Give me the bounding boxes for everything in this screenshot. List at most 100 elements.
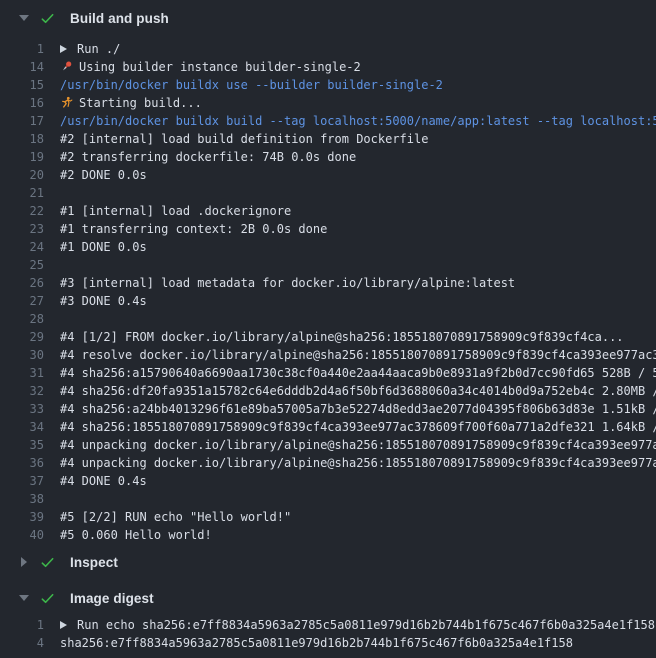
- line-number[interactable]: 17: [0, 112, 44, 130]
- log-line: 31 #4 sha256:a15790640a6690aa1730c38cf0a4…: [0, 364, 656, 382]
- log-text: #4 resolve docker.io/library/alpine@sha2…: [60, 348, 656, 362]
- section-title[interactable]: Image digest: [70, 591, 154, 606]
- workflow-log-viewer: Build and push 1Run ./14Using builder in…: [0, 0, 656, 658]
- log-block: 1 Run ./ 14 Using builder instance builder-…: [0, 36, 656, 544]
- log-line: 34 #4 sha256:185518070891758909c9f839cf4c…: [0, 418, 656, 436]
- log-line: 1 Run ./: [0, 40, 656, 58]
- section-header-inspect[interactable]: Inspect: [0, 544, 656, 580]
- log-text: #4 sha256:185518070891758909c9f839cf4ca3…: [60, 420, 656, 434]
- line-number[interactable]: 33: [0, 400, 44, 418]
- line-number[interactable]: 36: [0, 454, 44, 472]
- line-number[interactable]: 30: [0, 346, 44, 364]
- log-line: 14 Using builder instance builder-single-…: [0, 58, 656, 76]
- line-number[interactable]: 22: [0, 202, 44, 220]
- log-section-inspect: Inspect: [0, 544, 656, 580]
- log-line: 16 Starting build...: [0, 94, 656, 112]
- line-number[interactable]: 26: [0, 274, 44, 292]
- line-number[interactable]: 23: [0, 220, 44, 238]
- line-number[interactable]: 21: [0, 184, 44, 202]
- log-text: #3 [internal] load metadata for docker.i…: [60, 276, 515, 290]
- line-number[interactable]: 19: [0, 148, 44, 166]
- log-text: #2 transferring dockerfile: 74B 0.0s don…: [60, 150, 356, 164]
- success-check-icon: [40, 591, 55, 606]
- log-line: 21: [0, 184, 656, 202]
- line-number[interactable]: 24: [0, 238, 44, 256]
- section-title[interactable]: Inspect: [70, 555, 118, 570]
- log-text: Run ./: [77, 42, 120, 56]
- log-line: 39#5 [2/2] RUN echo "Hello world!": [0, 508, 656, 526]
- log-text: Using builder instance builder-single-2: [79, 60, 361, 74]
- log-text: #4 [1/2] FROM docker.io/library/alpine@s…: [60, 330, 624, 344]
- line-number[interactable]: 20: [0, 166, 44, 184]
- line-number[interactable]: 34: [0, 418, 44, 436]
- line-number[interactable]: 40: [0, 526, 44, 544]
- line-number[interactable]: 39: [0, 508, 44, 526]
- log-line: 22 #1 [internal] load .dockerignore: [0, 202, 656, 220]
- log-line: 26 #3 [internal] load metadata for docker…: [0, 274, 656, 292]
- log-line: 17/usr/bin/docker buildx build --tag loc…: [0, 112, 656, 130]
- line-number[interactable]: 16: [0, 94, 44, 112]
- log-line: 35 #4 unpacking docker.io/library/alpine@…: [0, 436, 656, 454]
- log-line: 38: [0, 490, 656, 508]
- play-icon[interactable]: [60, 42, 77, 56]
- log-text: #1 DONE 0.0s: [60, 240, 147, 254]
- section-header-image-digest[interactable]: Image digest: [0, 580, 656, 616]
- line-number[interactable]: 4: [0, 634, 44, 652]
- line-number[interactable]: 29: [0, 328, 44, 346]
- log-line: 40 #5 0.060 Hello world!: [0, 526, 656, 544]
- line-number[interactable]: 1: [0, 616, 44, 634]
- log-line: 29 #4 [1/2] FROM docker.io/library/alpine…: [0, 328, 656, 346]
- chevron-down-icon[interactable]: [17, 15, 31, 21]
- line-number[interactable]: 15: [0, 76, 44, 94]
- log-section-image-digest: Image digest 1 Run echo sha256:e7ff8834a5…: [0, 580, 656, 652]
- log-line: 20 #2 DONE 0.0s: [0, 166, 656, 184]
- log-block: 1 Run echo sha256:e7ff8834a5963a2785c5a08…: [0, 616, 656, 652]
- log-line: 28: [0, 310, 656, 328]
- chevron-down-icon[interactable]: [17, 595, 31, 601]
- success-check-icon: [40, 555, 55, 570]
- log-line: 23 #1 transferring context: 2B 0.0s done: [0, 220, 656, 238]
- line-number[interactable]: 37: [0, 472, 44, 490]
- log-section-build-and-push: Build and push 1 Run ./ 14 Using builder in…: [0, 0, 656, 544]
- log-text: Run echo sha256:e7ff8834a5963a2785c5a081…: [77, 618, 655, 632]
- log-line: 4 sha256:e7ff8834a5963a2785c5a0811e979d16…: [0, 634, 656, 652]
- play-icon[interactable]: [60, 618, 77, 632]
- line-number[interactable]: 25: [0, 256, 44, 274]
- log-text: #1 [internal] load .dockerignore: [60, 204, 291, 218]
- line-number[interactable]: 32: [0, 382, 44, 400]
- line-number[interactable]: 38: [0, 490, 44, 508]
- log-line: 32 #4 sha256:df20fa9351a15782c64e6dddb2d4…: [0, 382, 656, 400]
- line-number[interactable]: 14: [0, 58, 44, 76]
- line-number[interactable]: 35: [0, 436, 44, 454]
- line-number[interactable]: 28: [0, 310, 44, 328]
- log-text: #4 sha256:df20fa9351a15782c64e6dddb2d4a6…: [60, 384, 656, 398]
- line-number[interactable]: 31: [0, 364, 44, 382]
- line-number[interactable]: 18: [0, 130, 44, 148]
- log-text: sha256:e7ff8834a5963a2785c5a0811e979d16b…: [60, 636, 573, 650]
- log-line: 30 #4 resolve docker.io/library/alpine@sh…: [0, 346, 656, 364]
- chevron-right-icon[interactable]: [17, 557, 31, 567]
- log-line: 37 #4 DONE 0.4s: [0, 472, 656, 490]
- log-text: #4 sha256:a15790640a6690aa1730c38cf0a440…: [60, 366, 656, 380]
- log-line: 24 #1 DONE 0.0s: [0, 238, 656, 256]
- log-text: #4 unpacking docker.io/library/alpine@sh…: [60, 438, 656, 452]
- line-number[interactable]: 27: [0, 292, 44, 310]
- log-line: 19 #2 transferring dockerfile: 74B 0.0s d…: [0, 148, 656, 166]
- log-line: 27#3 DONE 0.4s: [0, 292, 656, 310]
- log-text: #4 DONE 0.4s: [60, 474, 147, 488]
- log-text: #2 [internal] load build definition from…: [60, 132, 428, 146]
- log-text: /usr/bin/docker buildx build --tag local…: [60, 114, 656, 128]
- line-number[interactable]: 1: [0, 40, 44, 58]
- section-title[interactable]: Build and push: [70, 11, 169, 26]
- log-text: #2 DONE 0.0s: [60, 168, 147, 182]
- log-line: 18 #2 [internal] load build definition fr…: [0, 130, 656, 148]
- log-text: #1 transferring context: 2B 0.0s done: [60, 222, 327, 236]
- section-header-build-and-push[interactable]: Build and push: [0, 0, 656, 36]
- log-text: #5 0.060 Hello world!: [60, 528, 212, 542]
- log-text: /usr/bin/docker buildx use --builder bui…: [60, 78, 443, 92]
- log-line: 25: [0, 256, 656, 274]
- log-line: 33#4 sha256:a24bb4013296f61e89ba57005a7b…: [0, 400, 656, 418]
- log-line: 15/usr/bin/docker buildx use --builder b…: [0, 76, 656, 94]
- log-line: 1 Run echo sha256:e7ff8834a5963a2785c5a08…: [0, 616, 656, 634]
- log-text: Starting build...: [79, 96, 202, 110]
